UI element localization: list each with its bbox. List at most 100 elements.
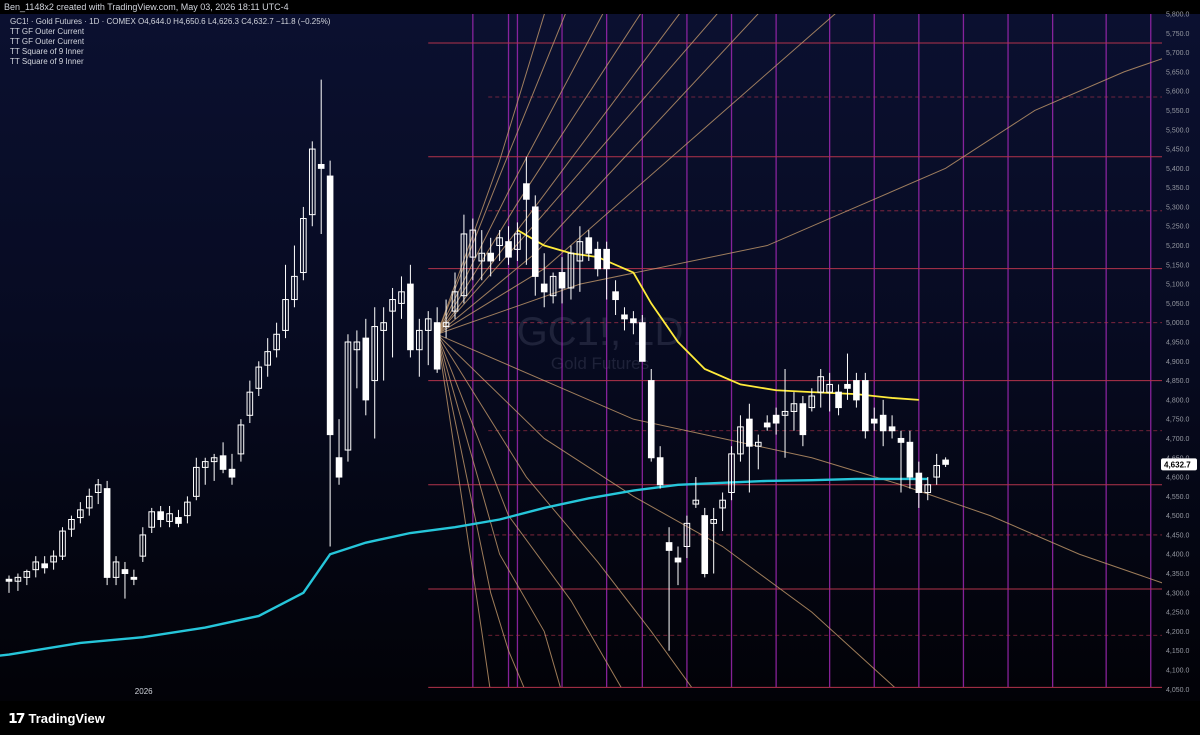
candle-body-37 xyxy=(335,457,343,478)
candle-body-60 xyxy=(540,283,548,293)
candle-body-74 xyxy=(665,542,673,551)
candle-body-94 xyxy=(844,383,851,389)
candle-body-67 xyxy=(603,248,610,270)
candle-body-68 xyxy=(612,291,619,301)
y-tick-label-2: 4,150.0 xyxy=(1166,648,1189,655)
y-tick-label-33: 5,700.0 xyxy=(1166,50,1189,57)
candle-body-25 xyxy=(228,468,236,478)
candle-body-19 xyxy=(175,517,182,524)
y-tick-label-30: 5,550.0 xyxy=(1166,108,1189,115)
candle-body-75 xyxy=(674,557,682,563)
fan-ray-15 xyxy=(436,334,491,687)
candle-body-101 xyxy=(906,441,914,478)
y-tick-label-27: 5,400.0 xyxy=(1166,166,1189,173)
y-tick-label-7: 4,400.0 xyxy=(1166,552,1189,559)
y-tick-label-34: 5,750.0 xyxy=(1166,31,1189,38)
y-tick-label-18: 4,950.0 xyxy=(1166,339,1189,346)
footer-bar: 𝟭𝟳 TradingView xyxy=(0,701,1200,735)
candle-body-83 xyxy=(746,418,753,447)
y-tick-label-19: 5,000.0 xyxy=(1166,320,1189,327)
y-tick-label-13: 4,700.0 xyxy=(1166,436,1189,443)
y-tick-label-24: 5,250.0 xyxy=(1166,224,1189,231)
candle-body-48 xyxy=(433,322,441,370)
y-tick-label-20: 5,050.0 xyxy=(1166,301,1189,308)
fan-ray-14 xyxy=(436,334,525,687)
y-tick-label-31: 5,600.0 xyxy=(1166,89,1189,96)
candle-body-56 xyxy=(505,241,512,258)
candle-body-0 xyxy=(5,578,13,582)
y-tick-label-35: 5,800.0 xyxy=(1166,12,1189,19)
y-tick-label-25: 5,300.0 xyxy=(1166,204,1189,211)
fan-ray-5 xyxy=(436,14,718,335)
candle-body-24 xyxy=(219,455,227,470)
y-tick-label-4: 4,250.0 xyxy=(1166,610,1189,617)
candle-body-65 xyxy=(585,237,593,254)
chart-legend: GC1! · Gold Futures · 1D · COMEX O4,644.… xyxy=(10,17,330,67)
y-tick-label-1: 4,100.0 xyxy=(1166,667,1189,674)
y-tick-label-22: 5,150.0 xyxy=(1166,262,1189,269)
candle-body-13 xyxy=(121,569,129,575)
ma-slow-line xyxy=(0,477,928,657)
candle-body-72 xyxy=(647,380,655,459)
y-tick-label-3: 4,200.0 xyxy=(1166,629,1189,636)
y-tick-label-15: 4,800.0 xyxy=(1166,397,1189,404)
candle-body-66 xyxy=(594,248,602,270)
y-tick-label-8: 4,450.0 xyxy=(1166,532,1189,539)
tradingview-logo-icon: 𝟭𝟳 xyxy=(8,710,26,726)
fan-ray-11 xyxy=(436,334,693,687)
indicator-legend-2[interactable]: TT GF Outer Current xyxy=(10,37,330,47)
last-price-label: 4,632.7 xyxy=(1164,460,1191,469)
tradingview-brand-text: TradingView xyxy=(28,711,105,726)
candle-body-40 xyxy=(362,337,370,401)
indicator-legend-4[interactable]: TT Square of 9 Inner xyxy=(10,57,330,67)
y-tick-label-32: 5,650.0 xyxy=(1166,69,1189,76)
symbol-ohlc-legend: GC1! · Gold Futures · 1D · COMEX O4,644.… xyxy=(10,17,331,26)
y-tick-label-10: 4,550.0 xyxy=(1166,494,1189,501)
y-tick-label-17: 4,900.0 xyxy=(1166,359,1189,366)
candle-body-97 xyxy=(870,418,878,424)
tradingview-brand[interactable]: 𝟭𝟳 TradingView xyxy=(8,710,105,727)
candle-body-98 xyxy=(879,414,887,432)
fan-ray-8 xyxy=(436,58,1162,335)
candle-body-11 xyxy=(103,488,111,578)
y-tick-label-23: 5,200.0 xyxy=(1166,243,1189,250)
y-tick-label-26: 5,350.0 xyxy=(1166,185,1189,192)
y-tick-label-5: 4,300.0 xyxy=(1166,590,1189,597)
candle-body-69 xyxy=(621,314,628,320)
y-tick-label-21: 5,100.0 xyxy=(1166,282,1189,289)
y-tick-label-0: 4,050.0 xyxy=(1166,687,1189,694)
indicator-legend-1[interactable]: TT GF Outer Current xyxy=(10,27,330,37)
y-tick-label-9: 4,500.0 xyxy=(1166,513,1189,520)
candle-body-73 xyxy=(656,457,664,486)
candle-body-62 xyxy=(558,272,566,289)
y-tick-label-29: 5,500.0 xyxy=(1166,127,1189,134)
candle-body-102 xyxy=(915,472,923,493)
candle-body-54 xyxy=(487,252,494,262)
price-plot[interactable]: 4,050.0 4,100.0 4,150.0 4,200.0 4,250.0 4,300… xyxy=(0,0,1200,701)
fan-ray-9 xyxy=(436,333,1162,584)
y-tick-label-11: 4,600.0 xyxy=(1166,475,1189,482)
candle-body-17 xyxy=(157,511,164,520)
candle-body-71 xyxy=(639,322,646,362)
fan-ray-6 xyxy=(436,14,759,335)
candle-body-96 xyxy=(862,380,869,432)
y-tick-label-28: 5,450.0 xyxy=(1166,147,1189,154)
chart-screenshot: Ben_1148x2 created with TradingView.com,… xyxy=(0,0,1200,735)
candle-body-86 xyxy=(772,414,780,424)
fan-ray-12 xyxy=(436,334,622,687)
candle-body-4 xyxy=(41,563,48,569)
fan-ray-13 xyxy=(436,334,561,687)
candle-body-36 xyxy=(326,175,334,436)
candle-body-45 xyxy=(407,283,414,351)
candle-body-35 xyxy=(317,163,325,169)
candle-body-59 xyxy=(531,206,539,277)
y-tick-label-6: 4,350.0 xyxy=(1166,571,1189,578)
candle-body-89 xyxy=(799,403,807,436)
y-tick-label-14: 4,750.0 xyxy=(1166,417,1189,424)
candle-body-99 xyxy=(888,426,896,432)
candle-body-14 xyxy=(130,576,138,580)
candle-body-78 xyxy=(701,515,709,575)
fan-ray-1 xyxy=(436,14,566,335)
candle-body-95 xyxy=(853,380,860,401)
indicator-legend-3[interactable]: TT Square of 9 Inner xyxy=(10,47,330,57)
